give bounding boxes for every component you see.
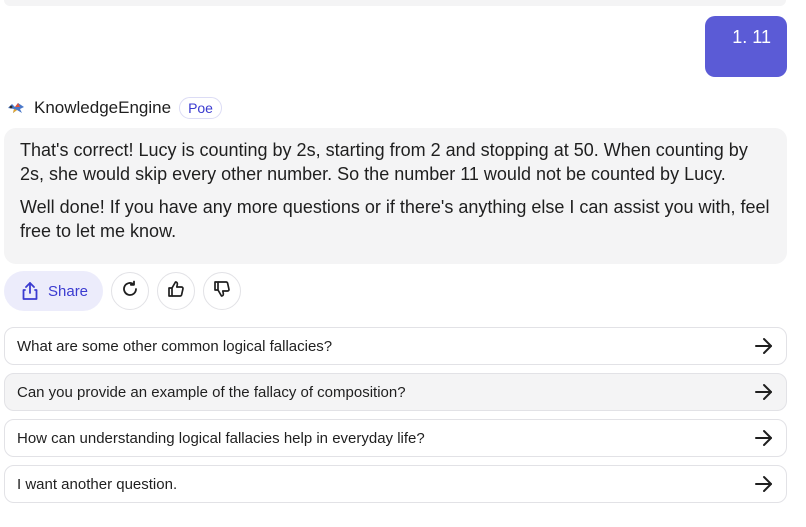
suggestion-item[interactable]: Can you provide an example of the fallac… bbox=[4, 373, 787, 411]
share-button[interactable]: Share bbox=[4, 271, 103, 311]
bot-header: KnowledgeEngine Poe bbox=[6, 96, 222, 120]
user-message-bubble: 1. 11 bbox=[705, 16, 787, 77]
bot-avatar-icon[interactable] bbox=[6, 98, 26, 118]
suggested-replies: What are some other common logical falla… bbox=[4, 327, 787, 511]
thumbs-up-icon bbox=[167, 280, 185, 303]
bot-name[interactable]: KnowledgeEngine bbox=[34, 98, 171, 118]
message-actions: Share bbox=[4, 271, 241, 311]
user-message-text: 1. 11 bbox=[732, 27, 771, 47]
retry-icon bbox=[121, 280, 139, 303]
suggestion-item[interactable]: How can understanding logical fallacies … bbox=[4, 419, 787, 457]
arrow-right-icon bbox=[754, 429, 774, 447]
thumbs-up-button[interactable] bbox=[157, 272, 195, 310]
share-icon bbox=[22, 282, 38, 300]
arrow-right-icon bbox=[754, 383, 774, 401]
bot-message-bubble: That's correct! Lucy is counting by 2s, … bbox=[4, 128, 787, 264]
bot-message-paragraph: Well done! If you have any more question… bbox=[20, 197, 770, 241]
bot-platform-badge: Poe bbox=[179, 97, 222, 119]
suggestion-text: How can understanding logical fallacies … bbox=[17, 429, 425, 447]
arrow-right-icon bbox=[754, 337, 774, 355]
thumbs-down-icon bbox=[213, 280, 231, 303]
suggestion-item[interactable]: I want another question. bbox=[4, 465, 787, 503]
arrow-right-icon bbox=[754, 475, 774, 493]
previous-message-edge bbox=[4, 0, 786, 6]
share-label: Share bbox=[48, 282, 89, 300]
suggestion-text: What are some other common logical falla… bbox=[17, 337, 333, 355]
thumbs-down-button[interactable] bbox=[203, 272, 241, 310]
bot-message-paragraph: That's correct! Lucy is counting by 2s, … bbox=[20, 140, 748, 184]
retry-button[interactable] bbox=[111, 272, 149, 310]
suggestion-item[interactable]: What are some other common logical falla… bbox=[4, 327, 787, 365]
suggestion-text: I want another question. bbox=[17, 475, 178, 493]
suggestion-text: Can you provide an example of the fallac… bbox=[17, 383, 406, 401]
